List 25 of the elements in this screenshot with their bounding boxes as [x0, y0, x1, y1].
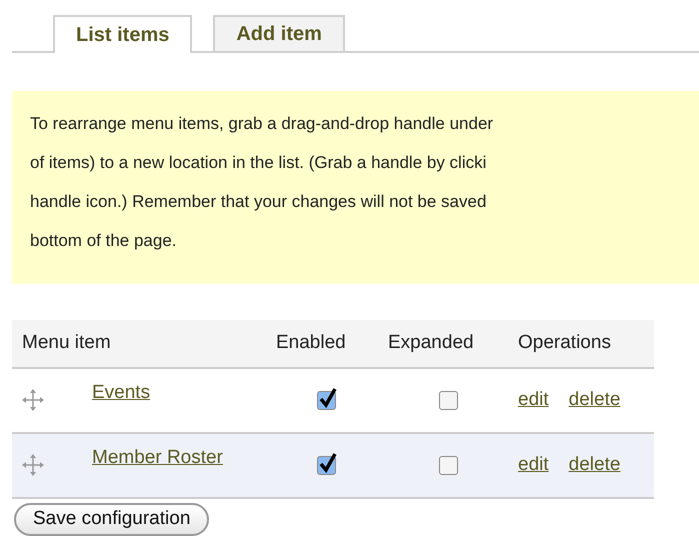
checkbox[interactable]	[316, 390, 336, 410]
column-header: Expanded	[388, 332, 474, 354]
tab[interactable]: Add item	[213, 15, 345, 51]
tab[interactable]: List items	[53, 15, 192, 53]
column-header: Menu item	[22, 332, 111, 354]
operation-link[interactable]: edit	[518, 451, 549, 480]
message-text: of items) to a new location in the list. (Grab a handle by clicki	[30, 152, 486, 174]
column-header: Enabled	[276, 332, 346, 354]
column-header: Operations	[518, 332, 611, 354]
operation-link[interactable]: delete	[568, 451, 620, 480]
checkmark-icon	[318, 388, 336, 408]
checkbox[interactable]	[438, 390, 458, 410]
menu-item-link[interactable]: Events	[92, 379, 150, 408]
message-text: handle icon.) Remember that your changes will not be saved	[30, 191, 486, 213]
message-text: bottom of the page.	[30, 230, 176, 252]
checkbox[interactable]	[438, 456, 458, 475]
drag-handle-icon[interactable]	[22, 454, 44, 476]
checkbox[interactable]	[316, 456, 336, 475]
drag-handle-icon[interactable]	[22, 389, 44, 411]
operation-link[interactable]: edit	[518, 386, 549, 415]
checkmark-icon	[318, 452, 336, 473]
message-text: To rearrange menu items, grab a drag-and-drop handle under	[30, 113, 494, 135]
save-button[interactable]: Save configuration	[14, 503, 210, 536]
menu-item-link[interactable]: Member Roster	[92, 444, 223, 472]
operation-link[interactable]: delete	[568, 386, 620, 415]
